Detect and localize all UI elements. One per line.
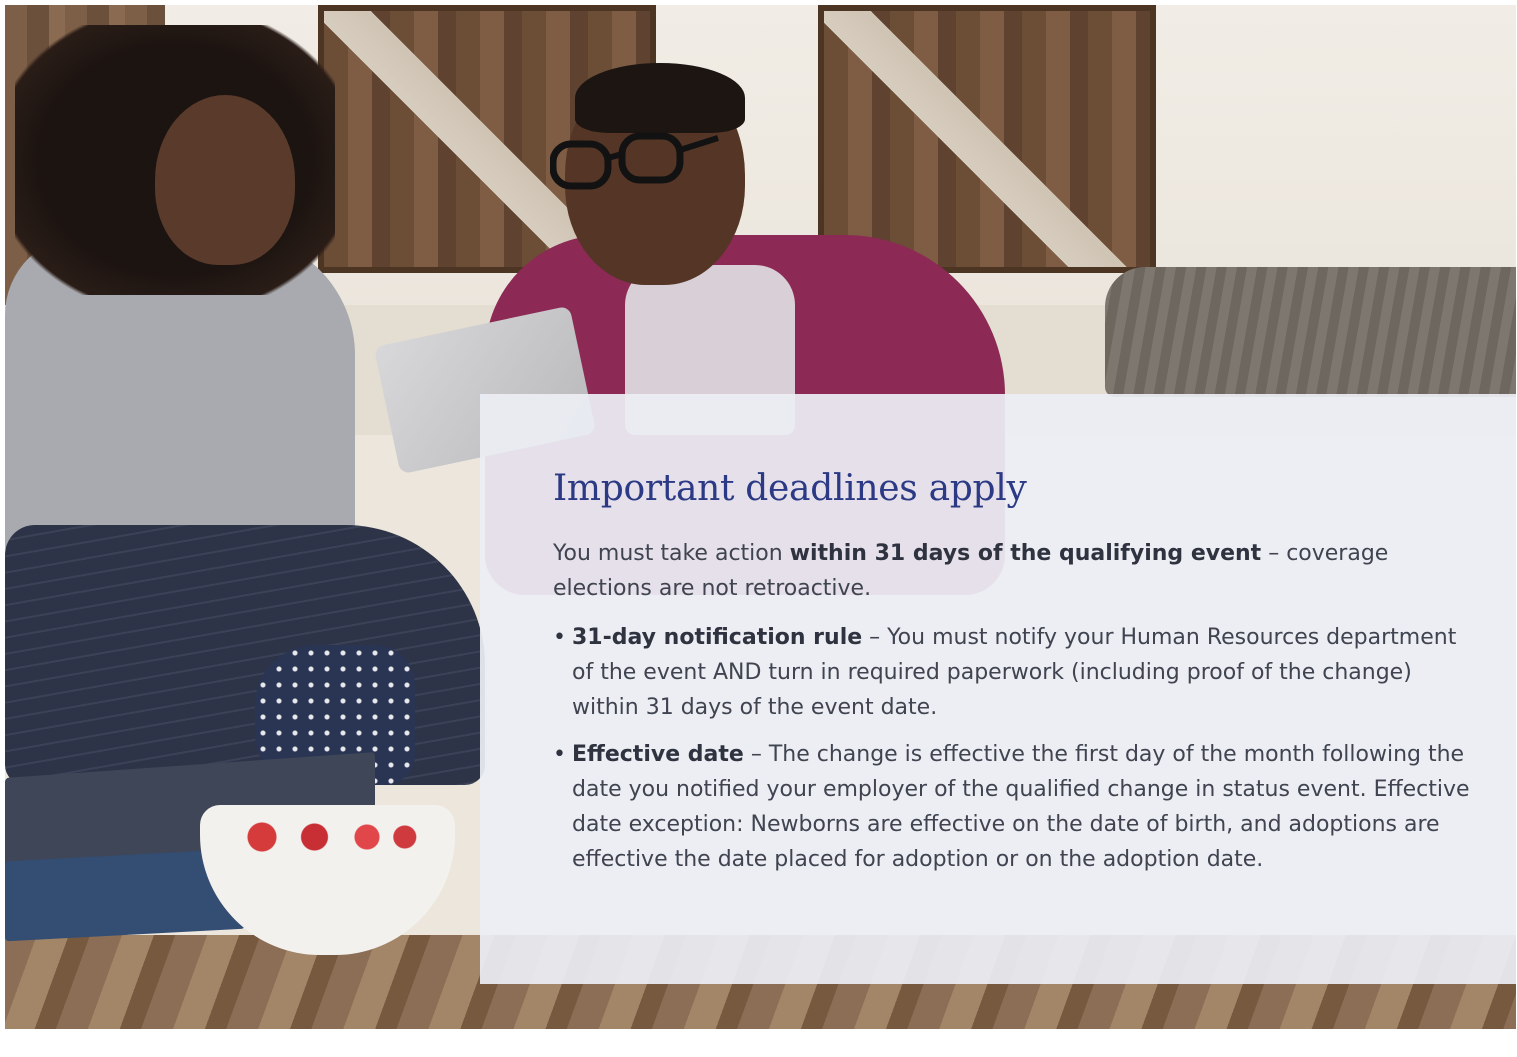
deadline-list: • 31-day notification rule – You must not… xyxy=(553,620,1476,877)
list-item: • Effective date – The change is effectiv… xyxy=(553,737,1476,877)
intro-prefix: You must take action xyxy=(553,541,790,566)
bullet-heading: Effective date xyxy=(572,742,744,767)
wood-art-panel-right xyxy=(818,5,1156,273)
deadlines-panel: Important deadlines apply You must take … xyxy=(480,394,1516,984)
intro-bold: within 31 days of the qualifying event xyxy=(789,541,1262,566)
bullet-icon: • xyxy=(553,625,566,650)
intro-paragraph: You must take action within 31 days of t… xyxy=(553,536,1476,606)
man-hair xyxy=(575,63,745,133)
bullet-heading: 31-day notification rule xyxy=(572,625,863,650)
bullet-icon: • xyxy=(553,742,566,767)
knit-blanket xyxy=(1105,267,1516,397)
glasses-icon xyxy=(550,132,719,190)
panel-title: Important deadlines apply xyxy=(553,468,1027,509)
strawberries xyxy=(220,817,430,857)
woman-face xyxy=(155,95,295,265)
list-item: • 31-day notification rule – You must not… xyxy=(553,620,1476,725)
